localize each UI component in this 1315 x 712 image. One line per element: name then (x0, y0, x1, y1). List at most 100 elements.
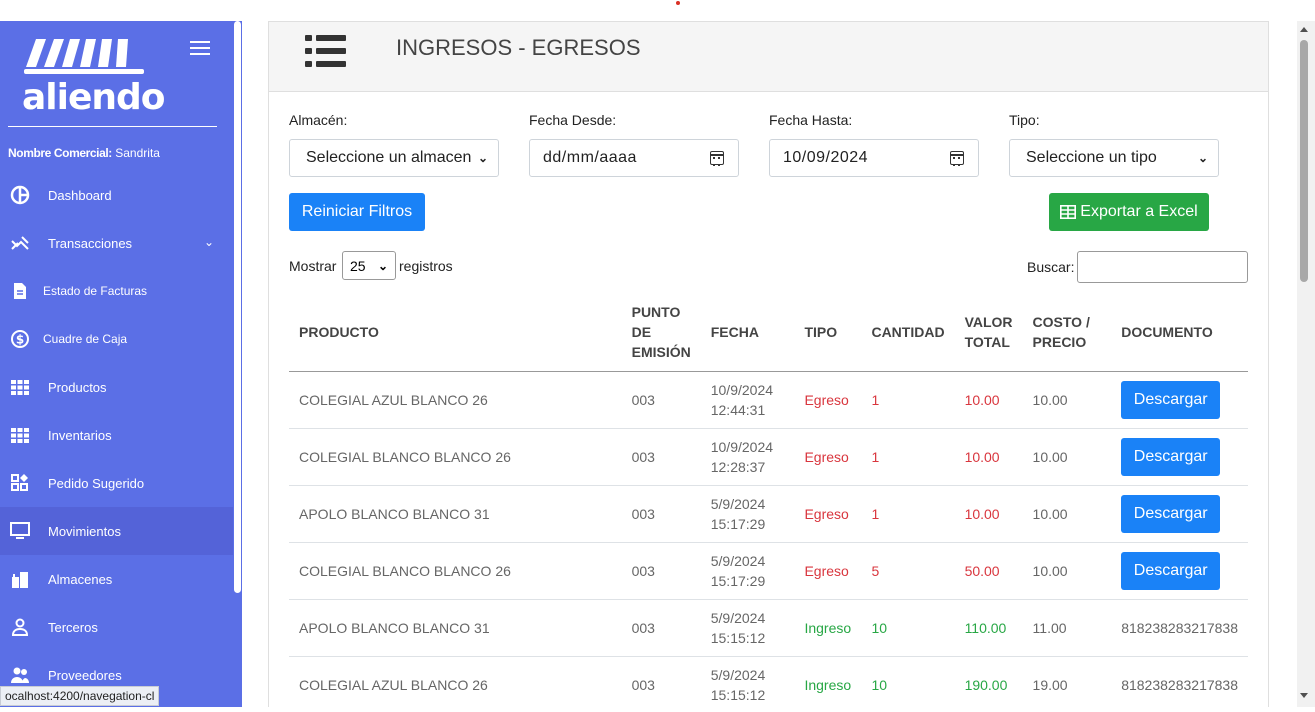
table-header-row: PRODUCTO PUNTO DE EMISIÓN FECHA TIPO CANTI… (289, 293, 1248, 372)
cell-documento: Descargar (1111, 542, 1248, 600)
cell-punto: 003 (621, 428, 701, 486)
page-length-select[interactable]: 25 ⌄ (342, 251, 396, 280)
cell-fecha-time: 15:15:12 (710, 629, 766, 646)
menu-toggle-icon[interactable] (190, 41, 210, 55)
commercial-name: Nombre Comercial: Sandrita (8, 146, 160, 160)
search-input[interactable] (1077, 251, 1248, 283)
cell-fecha-time: 12:44:31 (710, 401, 766, 418)
sidebar-item-movimientos[interactable]: Movimientos (0, 507, 233, 555)
cell-documento: 818238283217838 (1111, 656, 1248, 707)
almacen-label: Almacén: (289, 112, 348, 128)
loading-dot (676, 1, 680, 5)
scroll-down-arrow-icon[interactable] (1300, 693, 1308, 698)
export-excel-label: Exportar a Excel (1080, 203, 1198, 220)
sidebar-item-terceros[interactable]: Terceros (0, 603, 233, 651)
download-button[interactable]: Descargar (1121, 380, 1221, 419)
search-label: Buscar: (1027, 259, 1075, 275)
logo-text: aliendo (22, 77, 166, 118)
cell-valor: 50.00 (954, 542, 1023, 600)
sidebar-item-label: Inventarios (48, 427, 112, 443)
cell-cantidad: 1 (861, 485, 955, 543)
cell-documento: Descargar (1111, 428, 1248, 486)
dollar-icon: $ (11, 330, 29, 348)
export-excel-button[interactable]: Exportar a Excel (1049, 193, 1209, 231)
cell-fecha: 10/9/2024 12:28:37 (700, 428, 795, 486)
col-producto[interactable]: PRODUCTO (289, 293, 622, 372)
page-scrollbar[interactable] (1297, 21, 1315, 707)
browser-top-strip (0, 0, 1315, 21)
sidebar-item-almacenes[interactable]: Almacenes (0, 555, 233, 603)
col-fecha[interactable]: FECHA (700, 293, 795, 372)
chevron-down-icon[interactable]: ⌄ (204, 235, 214, 249)
commercial-value: Sandrita (115, 146, 160, 160)
sidebar-item-cuadre-caja[interactable]: $ Cuadre de Caja (0, 315, 233, 363)
sidebar-item-inventarios[interactable]: Inventarios (0, 411, 233, 459)
sidebar-divider (8, 126, 217, 127)
col-cantidad[interactable]: CANTIDAD (861, 293, 955, 372)
cell-fecha: 10/9/2024 12:44:31 (700, 371, 795, 429)
list-icon (305, 35, 346, 67)
sidebar-item-estado-facturas[interactable]: Estado de Facturas (0, 267, 233, 315)
sidebar-scrollbar[interactable] (233, 21, 242, 707)
sidebar-item-label: Movimientos (48, 523, 121, 539)
cell-costo: 10.00 (1022, 371, 1112, 429)
fecha-hasta-input[interactable]: 10/09/2024 (769, 139, 979, 177)
sidebar-nav: Dashboard Transacciones ⌄ Estado de Fact… (0, 171, 233, 699)
download-button[interactable]: Descargar (1121, 551, 1221, 590)
fecha-desde-value: dd/mm/aaaa (543, 149, 637, 166)
cell-cantidad: 1 (861, 428, 955, 486)
download-button[interactable]: Descargar (1121, 437, 1221, 476)
col-punto-emision[interactable]: PUNTO DE EMISIÓN (621, 293, 701, 372)
sidebar: aliendo Nombre Comercial: Sandrita Dashb… (0, 21, 233, 707)
cell-tipo: Ingreso (794, 599, 862, 657)
sidebar-item-label: Estado de Facturas (43, 284, 148, 298)
cell-valor: 190.00 (954, 656, 1023, 707)
sidebar-item-pedido-sugerido[interactable]: Pedido Sugerido (0, 459, 233, 507)
transactions-icon (11, 236, 29, 250)
cell-valor: 10.00 (954, 428, 1023, 486)
fecha-desde-label: Fecha Desde: (529, 112, 617, 128)
fecha-desde-input[interactable]: dd/mm/aaaa (529, 139, 739, 177)
movements-table: PRODUCTO PUNTO DE EMISIÓN FECHA TIPO CANTI… (289, 293, 1248, 707)
status-url: ocalhost:4200/navegation-cl (0, 686, 160, 706)
cell-fecha-date: 5/9/2024 (710, 609, 766, 626)
cell-cantidad: 10 (861, 656, 955, 707)
col-tipo[interactable]: TIPO (794, 293, 862, 372)
sidebar-scrollbar-thumb[interactable] (234, 21, 241, 593)
download-button[interactable]: Descargar (1121, 494, 1221, 533)
cell-producto: COLEGIAL BLANCO BLANCO 26 (289, 428, 622, 486)
cell-cantidad: 1 (861, 371, 955, 429)
calendar-icon[interactable] (950, 151, 964, 166)
cell-valor: 10.00 (954, 485, 1023, 543)
col-valor-total[interactable]: VALOR TOTAL (954, 293, 1023, 372)
calendar-icon[interactable] (710, 151, 724, 166)
table-row: COLEGIAL BLANCO BLANCO 26 003 10/9/2024 1… (289, 428, 1248, 486)
tipo-select-value: Seleccione un tipo (1026, 149, 1157, 166)
grid-icon (11, 380, 29, 395)
sidebar-item-productos[interactable]: Productos (0, 363, 233, 411)
col-costo-precio[interactable]: COSTO / PRECIO (1022, 293, 1112, 372)
cell-punto: 003 (621, 485, 701, 543)
table-icon (1060, 205, 1077, 219)
tipo-label: Tipo: (1009, 112, 1040, 128)
tipo-select[interactable]: Seleccione un tipo ⌄ (1009, 139, 1219, 177)
cell-costo: 10.00 (1022, 542, 1112, 600)
cell-fecha-date: 10/9/2024 (710, 381, 774, 398)
sidebar-item-transacciones[interactable]: Transacciones ⌄ (0, 219, 233, 267)
cell-fecha-time: 15:15:12 (710, 686, 766, 703)
sidebar-item-label: Productos (48, 379, 107, 395)
cell-documento: Descargar (1111, 485, 1248, 543)
col-documento[interactable]: DOCUMENTO (1111, 293, 1248, 372)
scroll-up-arrow-icon[interactable] (1300, 27, 1308, 32)
cell-fecha: 5/9/2024 15:17:29 (700, 485, 795, 543)
cell-producto: APOLO BLANCO BLANCO 31 (289, 599, 622, 657)
almacen-select[interactable]: Seleccione un almacen ⌄ (289, 139, 499, 177)
reset-filters-button[interactable]: Reiniciar Filtros (289, 193, 425, 231)
pie-chart-icon (10, 185, 30, 205)
sidebar-item-dashboard[interactable]: Dashboard (0, 171, 233, 219)
apps-icon (11, 474, 28, 491)
page-scrollbar-thumb[interactable] (1300, 40, 1308, 282)
fecha-hasta-label: Fecha Hasta: (769, 112, 853, 128)
sidebar-item-label: Proveedores (48, 667, 122, 683)
card-header: INGRESOS - EGRESOS (269, 22, 1268, 92)
